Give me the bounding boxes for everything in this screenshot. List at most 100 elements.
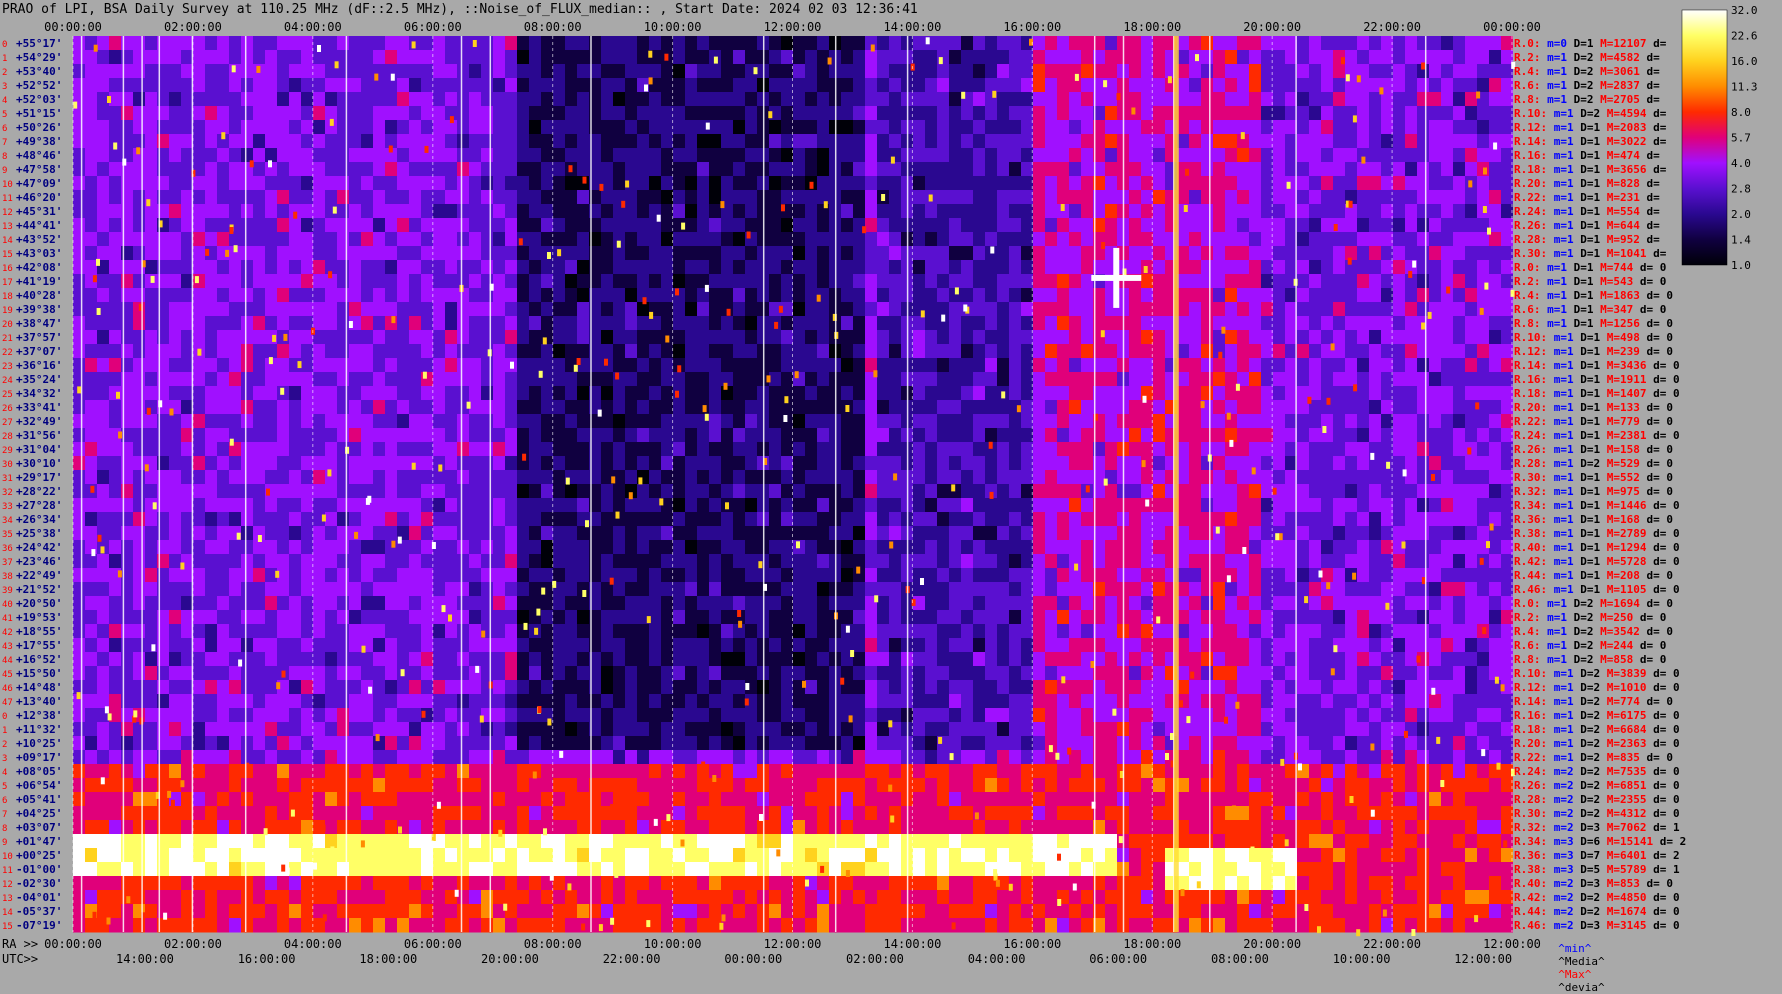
heatmap-cell (1429, 456, 1441, 471)
heatmap-cell (1453, 260, 1465, 275)
heatmap-cell (421, 64, 433, 79)
heatmap-cell (1249, 372, 1261, 387)
heatmap-cell (853, 582, 865, 597)
heatmap-cell (961, 386, 973, 401)
heatmap-cell (445, 596, 457, 611)
heatmap-cell (229, 120, 241, 135)
heatmap-cell (421, 526, 433, 541)
heatmap-cell (325, 372, 337, 387)
heatmap-cell (421, 344, 433, 359)
heatmap-cell (1285, 134, 1297, 149)
heatmap-cell (109, 582, 121, 597)
heatmap-cell (997, 120, 1009, 135)
heatmap-cell (1081, 540, 1093, 555)
heatmap-cell (1105, 232, 1117, 247)
heatmap-cell (1045, 134, 1057, 149)
heatmap-cell (625, 190, 637, 205)
heatmap-cell (1381, 568, 1393, 583)
heatmap-cell (1297, 92, 1309, 107)
heatmap-cell (1417, 498, 1429, 513)
heatmap-cell (229, 106, 241, 121)
heatmap-cell (517, 190, 529, 205)
heatmap-cell (661, 372, 673, 387)
heatmap-cell (1249, 386, 1261, 401)
heatmap-cell (877, 134, 889, 149)
heatmap-cell (301, 288, 313, 303)
heatmap-cell (301, 134, 313, 149)
heatmap-cell (973, 540, 985, 555)
heatmap-cell (73, 470, 85, 485)
heatmap-cell (373, 92, 385, 107)
heatmap-cell (1297, 400, 1309, 415)
heatmap-cell (601, 190, 613, 205)
heatmap-cell (325, 414, 337, 429)
heatmap-cell (1429, 106, 1441, 121)
heatmap-cell (925, 162, 937, 177)
heatmap-cell (1069, 302, 1081, 317)
heatmap-cell (577, 554, 589, 569)
heatmap-cell (1069, 134, 1081, 149)
heatmap-cell (1321, 106, 1333, 121)
heatmap-cell (1201, 120, 1213, 135)
heatmap-cell (793, 288, 805, 303)
heatmap-cell (1489, 582, 1501, 597)
heatmap-cell (133, 582, 145, 597)
heatmap-cell (1405, 218, 1417, 233)
heatmap-cell (1045, 386, 1057, 401)
heatmap-cell (1489, 162, 1501, 177)
heatmap-cell (1225, 64, 1237, 79)
heatmap-cell (397, 596, 409, 611)
heatmap-cell (925, 64, 937, 79)
heatmap-cell (1501, 372, 1513, 387)
heatmap-cell (733, 358, 745, 373)
heatmap-cell (877, 246, 889, 261)
heatmap-cell (697, 596, 709, 611)
heatmap-cell (1393, 372, 1405, 387)
heatmap-cell (1297, 554, 1309, 569)
heatmap-cell (265, 540, 277, 555)
heatmap-cell (529, 344, 541, 359)
heatmap-cell (1045, 582, 1057, 597)
heatmap-cell (169, 526, 181, 541)
heatmap-cell (1273, 92, 1285, 107)
heatmap-cell (1285, 92, 1297, 107)
heatmap-cell (613, 36, 625, 51)
heatmap-cell (181, 540, 193, 555)
heatmap-cell (1357, 288, 1369, 303)
heatmap-cell (73, 288, 85, 303)
heatmap-cell (337, 512, 349, 527)
heatmap-cell (505, 274, 517, 289)
heatmap-cell (445, 92, 457, 107)
heatmap-cell (853, 372, 865, 387)
heatmap-cell (433, 400, 445, 415)
heatmap-cell (337, 498, 349, 513)
heatmap-cell (481, 36, 493, 51)
heatmap-cell (241, 442, 253, 457)
heatmap-cell (1441, 456, 1453, 471)
heatmap-cell (409, 316, 421, 331)
heatmap-cell (1321, 470, 1333, 485)
heatmap-cell (961, 120, 973, 135)
heatmap-cell (1273, 470, 1285, 485)
heatmap-cell (385, 176, 397, 191)
heatmap-cell (925, 512, 937, 527)
heatmap-cell (1453, 218, 1465, 233)
heatmap-cell (865, 50, 877, 65)
heatmap-cell (1273, 400, 1285, 415)
heatmap-cell (313, 414, 325, 429)
heatmap-cell (793, 204, 805, 219)
heatmap-cell (325, 442, 337, 457)
heatmap-cell (1057, 596, 1069, 611)
heatmap-cell (313, 246, 325, 261)
heatmap-cell (205, 456, 217, 471)
heatmap-cell (1501, 218, 1513, 233)
heatmap-cell (457, 344, 469, 359)
heatmap-cell (1333, 372, 1345, 387)
heatmap-cell (565, 456, 577, 471)
heatmap-cell (985, 120, 997, 135)
heatmap-cell (421, 470, 433, 485)
heatmap-cell (1297, 204, 1309, 219)
heatmap-cell (325, 344, 337, 359)
heatmap-cell (781, 148, 793, 163)
heatmap-cell (1477, 190, 1489, 205)
